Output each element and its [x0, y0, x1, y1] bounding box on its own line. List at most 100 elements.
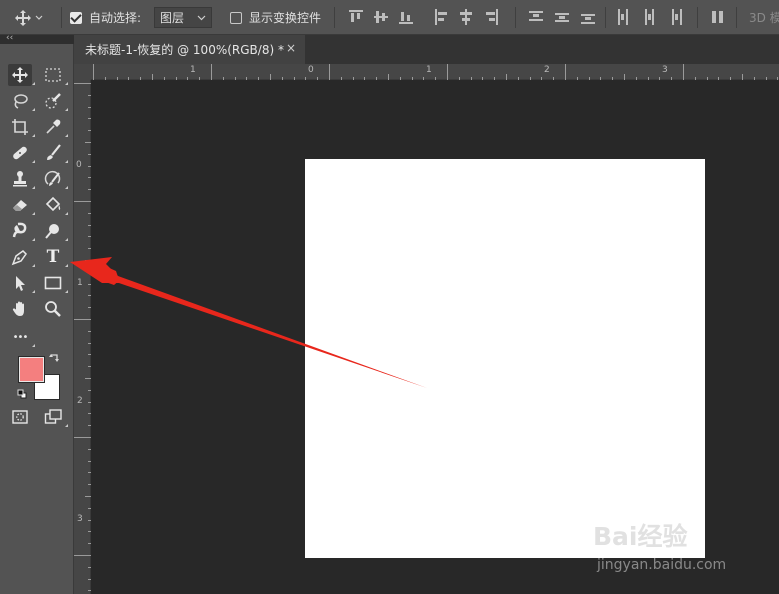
align-bottom-icon[interactable] [399, 9, 413, 25]
hand-tool[interactable] [8, 298, 32, 320]
eraser-icon [13, 200, 27, 211]
vertical-ruler[interactable]: 0 1 2 3 [74, 80, 91, 594]
auto-select-checkbox[interactable] [70, 0, 82, 35]
close-tab-icon[interactable]: × [286, 41, 296, 55]
pen-icon [11, 250, 27, 266]
divider [736, 7, 737, 28]
document-canvas[interactable] [305, 159, 705, 558]
paint-bucket-tool[interactable] [41, 194, 68, 216]
dropdown-value: 图层 [160, 11, 185, 25]
ruler-label: 1 [426, 65, 432, 75]
brush-icon [47, 144, 61, 160]
toolbar-header[interactable]: ‹‹ [0, 33, 74, 44]
history-brush-icon [44, 170, 61, 186]
collapse-toolbar-icon[interactable]: ‹‹ [6, 33, 13, 43]
ruler-label: 1 [190, 65, 196, 75]
divider [515, 7, 516, 28]
arrow-select-icon [16, 276, 25, 291]
type-icon: T [46, 247, 60, 267]
tools-panel: T ••• [0, 44, 74, 594]
align-horizontal-center-icon[interactable] [459, 9, 473, 25]
auto-align-icon[interactable] [711, 9, 725, 25]
ruler-label: 2 [544, 65, 550, 75]
distribute-hcenter-icon[interactable] [642, 9, 656, 25]
move-tool-preset[interactable] [14, 0, 44, 35]
bucket-icon [45, 196, 61, 212]
quick-mask-button[interactable] [8, 406, 32, 428]
foreground-color-swatch[interactable] [18, 356, 45, 383]
3d-mode-label: 3D 模 [749, 11, 779, 25]
move-tool[interactable] [8, 64, 35, 86]
ruler-label: 2 [77, 396, 83, 406]
crop-icon [12, 119, 28, 135]
screen-mode-icon [44, 409, 62, 424]
type-tool[interactable]: T [41, 246, 68, 268]
ruler-label: 3 [662, 65, 668, 75]
default-colors-icon[interactable] [17, 389, 27, 399]
lasso-icon [14, 94, 28, 109]
checkbox-checked-icon [70, 11, 82, 24]
blur-tool[interactable] [8, 220, 35, 242]
stamp-icon [13, 171, 27, 187]
clone-stamp-tool[interactable] [8, 168, 35, 190]
quick-select-icon [45, 93, 61, 109]
zoom-icon [45, 301, 61, 317]
align-left-icon[interactable] [434, 9, 448, 25]
hand-icon [12, 301, 24, 316]
healing-brush-tool[interactable] [8, 142, 35, 164]
crop-tool[interactable] [8, 116, 35, 138]
distribute-bottom-icon[interactable] [581, 9, 595, 25]
more-icon: ••• [12, 331, 29, 343]
align-right-icon[interactable] [484, 9, 498, 25]
checkbox-unchecked-icon [230, 11, 242, 24]
distribute-vcenter-icon[interactable] [555, 9, 569, 25]
ruler-origin[interactable] [74, 64, 91, 80]
rectangle-icon [44, 276, 62, 290]
distribute-right-icon[interactable] [668, 9, 682, 25]
divider [605, 7, 606, 28]
auto-select-label: 自动选择: [89, 11, 142, 25]
eyedropper-tool[interactable] [41, 116, 68, 138]
swap-colors-icon[interactable] [49, 353, 60, 364]
options-bar: 自动选择: 图层 显示变换控件 3D 模 [0, 0, 779, 35]
document-tab-title: 未标题-1-恢复的 @ 100%(RGB/8) * [85, 43, 284, 57]
show-transform-label: 显示变换控件 [249, 11, 322, 25]
pen-tool[interactable] [8, 246, 35, 268]
path-select-tool[interactable] [8, 272, 35, 294]
ruler-label: 0 [76, 160, 82, 170]
align-top-icon[interactable] [349, 9, 363, 25]
horizontal-ruler[interactable]: 1 0 1 2 3 [91, 64, 779, 80]
brush-tool[interactable] [41, 142, 68, 164]
quick-mask-icon [12, 410, 28, 424]
divider [61, 7, 62, 28]
eraser-tool[interactable] [8, 194, 35, 216]
ruler-label: 0 [308, 65, 314, 75]
move-icon [12, 67, 28, 83]
edit-toolbar-button[interactable]: ••• [8, 326, 35, 348]
quick-select-tool[interactable] [41, 90, 68, 112]
bandage-icon [13, 146, 27, 160]
auto-select-target-dropdown[interactable]: 图层 [154, 7, 212, 28]
move-icon [15, 9, 43, 26]
dodge-tool[interactable] [41, 220, 68, 242]
history-brush-tool[interactable] [41, 168, 68, 190]
rect-marquee-icon [45, 68, 61, 82]
divider [697, 7, 698, 28]
zoom-tool[interactable] [41, 298, 65, 320]
show-transform-checkbox[interactable] [230, 0, 242, 35]
align-vertical-center-icon[interactable] [374, 9, 388, 25]
dodge-icon [45, 224, 59, 239]
document-tab[interactable]: 未标题-1-恢复的 @ 100%(RGB/8) * × [74, 35, 305, 64]
chevron-down-icon [35, 15, 43, 20]
marquee-tool[interactable] [41, 64, 68, 86]
screen-mode-button[interactable] [41, 406, 68, 428]
rectangle-tool[interactable] [41, 272, 68, 294]
lasso-tool[interactable] [8, 90, 35, 112]
ruler-label: 3 [77, 514, 83, 524]
eyedropper-icon [46, 119, 61, 134]
distribute-left-icon[interactable] [617, 9, 631, 25]
ruler-label: 1 [77, 278, 83, 288]
distribute-top-icon[interactable] [529, 9, 543, 25]
divider [334, 7, 335, 28]
blur-icon [12, 222, 27, 238]
